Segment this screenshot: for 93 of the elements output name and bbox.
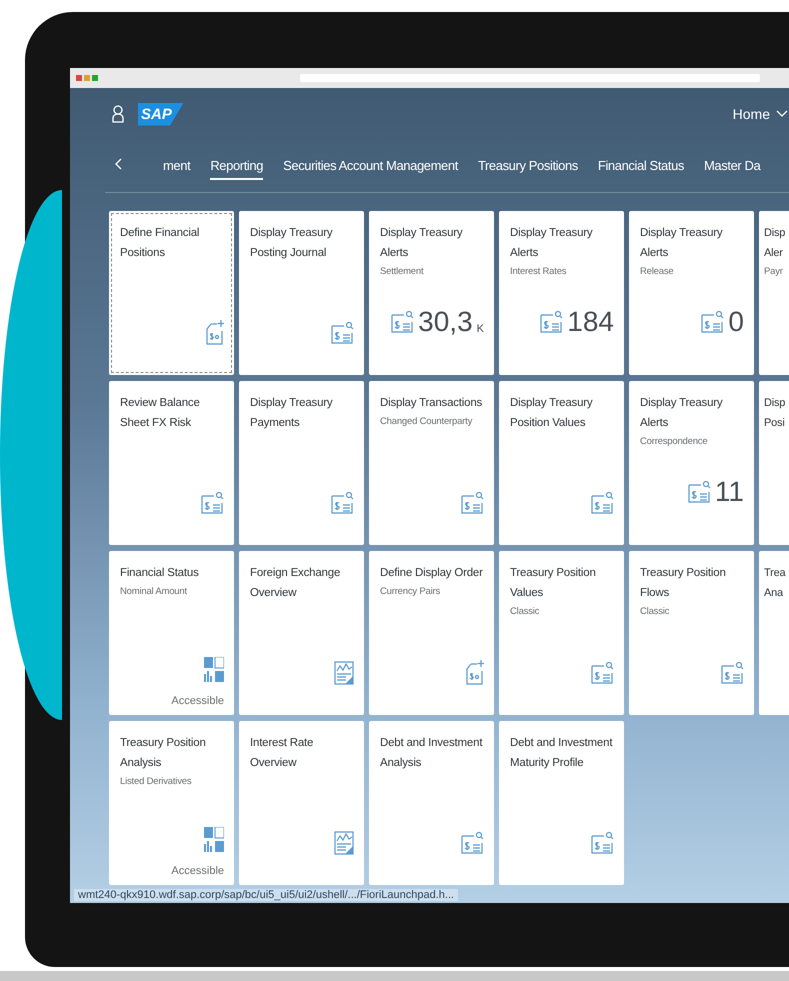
tile-title: Treasury Position Values	[510, 566, 597, 601]
tile-title: Define Display Order	[380, 566, 484, 581]
app-tile[interactable]: Review Balance Sheet FX Risk	[109, 381, 234, 545]
tile-title: Display Treasury Alerts	[380, 226, 464, 261]
tile-title: Display Treasury Alerts	[510, 226, 594, 261]
app-tile[interactable]: Display Treasury Alerts Settlement 30,3 K	[369, 211, 494, 375]
group-tab[interactable]: Master Da	[704, 152, 760, 180]
document-dollar-search-icon	[539, 310, 564, 334]
kpi-value: 11	[714, 477, 744, 507]
group-tab[interactable]: ment	[163, 152, 190, 180]
document-dollar-search-icon	[590, 661, 614, 685]
app-tile[interactable]: Disp Posi	[759, 381, 789, 545]
chart-document-icon	[334, 661, 354, 685]
app-tile[interactable]: Display Treasury Alerts Release 0	[629, 211, 754, 375]
home-menu[interactable]: Home	[732, 106, 788, 122]
tile-title: Disp Posi	[764, 396, 786, 431]
document-dollar-search-icon	[686, 480, 711, 504]
tile-title: Debt and Investment Maturity Profile	[510, 736, 614, 771]
group-tab[interactable]: Reporting	[210, 152, 264, 180]
tile-title: Financial Status	[120, 566, 200, 581]
window-controls-icon[interactable]	[76, 75, 100, 81]
app-tile[interactable]: Display Treasury Posting Journal	[239, 211, 364, 375]
document-dollar-search-icon	[590, 831, 614, 855]
tile-subtitle: Classic	[510, 606, 540, 617]
tile-subtitle: Classic	[640, 606, 670, 617]
tile-title: Display Transactions	[380, 396, 484, 411]
document-dollar-search-icon	[700, 310, 724, 334]
tile-footer: Accessible	[120, 695, 224, 707]
app-tile[interactable]: Display Treasury Position Values	[499, 381, 624, 545]
tile-title: Display Treasury Payments	[250, 396, 334, 431]
app-tile[interactable]: Define Financial Positions	[109, 211, 234, 375]
group-tab[interactable]: Treasury Positions	[478, 152, 578, 180]
document-dollar-search-icon	[330, 321, 354, 345]
app-tile[interactable]: Treasury Position Flows Classic	[629, 551, 754, 715]
tile-title: Treasury Position Flows	[640, 566, 727, 601]
user-icon[interactable]	[112, 105, 124, 123]
tile-subtitle: Currency Pairs	[380, 586, 442, 597]
app-tile[interactable]: Debt and Investment Maturity Profile	[499, 721, 624, 885]
tile-title: Display Treasury Alerts	[640, 396, 724, 431]
tile-footer: Accessible	[120, 865, 224, 877]
tile-subtitle: Nominal Amount	[120, 586, 188, 597]
tile-title: Display Treasury Position Values	[510, 396, 594, 431]
tile-subtitle: Listed Derivatives	[120, 776, 192, 787]
app-tile[interactable]: Debt and Investment Analysis	[369, 721, 494, 885]
tile-title: Display Treasury Alerts	[640, 226, 724, 261]
dashboard-icon	[204, 657, 224, 683]
document-dollar-search-icon	[200, 491, 224, 515]
tile-subtitle: Changed Counterparty	[380, 416, 474, 427]
app-tile[interactable]: Treasury Position Values Classic	[499, 551, 624, 715]
tile-title: Trea Ana	[764, 566, 787, 601]
app-tile[interactable]: Treasury Position Analysis Listed Derivatives Accessible	[109, 721, 234, 885]
document-plus-icon	[466, 659, 484, 685]
tile-subtitle: Correspondence	[640, 436, 708, 447]
document-dollar-search-icon	[390, 310, 414, 334]
status-url: wmt240-qkx910.wdf.sap.corp/sap/bc/ui5_ui5/ui2/ushell/.../FioriLaunchpad.h...	[74, 889, 458, 901]
app-tile[interactable]: Financial Status Nominal Amount Accessible	[109, 551, 234, 715]
tile-subtitle: Release	[640, 266, 674, 277]
kpi-value: 30,3	[418, 307, 473, 337]
app-tile[interactable]: Foreign Exchange Overview	[239, 551, 364, 715]
document-dollar-search-icon	[460, 831, 484, 855]
app-tile[interactable]: Display Transactions Changed Counterparty	[369, 381, 494, 545]
app-tile[interactable]: Trea Ana	[759, 551, 789, 715]
chevron-left-icon[interactable]	[115, 158, 123, 170]
dashboard-icon	[204, 827, 224, 853]
app-tile[interactable]: Display Treasury Alerts Interest Rates 184	[499, 211, 624, 375]
tile-title: Treasury Position Analysis	[120, 736, 207, 771]
tile-title: Display Treasury Posting Journal	[250, 226, 334, 261]
app-tile[interactable]: Disp Aler Payr	[759, 211, 789, 375]
kpi-value: 184	[567, 307, 614, 337]
chart-document-icon	[334, 831, 354, 855]
tile-title: Review Balance Sheet FX Risk	[120, 396, 201, 431]
group-tab[interactable]: Securities Account Management	[283, 152, 458, 180]
document-dollar-search-icon	[590, 491, 614, 515]
document-dollar-search-icon	[460, 491, 484, 515]
document-dollar-search-icon	[720, 661, 744, 685]
document-dollar-search-icon	[330, 491, 354, 515]
chevron-down-icon	[776, 110, 788, 118]
tile-title: Foreign Exchange Overview	[250, 566, 342, 601]
tile-subtitle: Payr	[764, 266, 784, 277]
tile-subtitle: Settlement	[380, 266, 424, 277]
document-plus-icon	[206, 319, 224, 345]
app-tile[interactable]: Display Treasury Alerts Correspondence 11	[629, 381, 754, 545]
app-tile[interactable]: Display Treasury Payments	[239, 381, 364, 545]
kpi-value: 0	[728, 307, 744, 337]
tile-title: Debt and Investment Analysis	[380, 736, 484, 771]
tile-title: Define Financial Positions	[120, 226, 200, 261]
tile-title: Disp Aler	[764, 226, 786, 261]
kpi-unit: K	[476, 323, 484, 335]
tile-subtitle: Interest Rates	[510, 266, 568, 277]
app-tile[interactable]: Interest Rate Overview	[239, 721, 364, 885]
group-tab[interactable]: Financial Status	[598, 152, 684, 180]
app-tile[interactable]: Define Display Order Currency Pairs	[369, 551, 494, 715]
tile-title: Interest Rate Overview	[250, 736, 314, 771]
